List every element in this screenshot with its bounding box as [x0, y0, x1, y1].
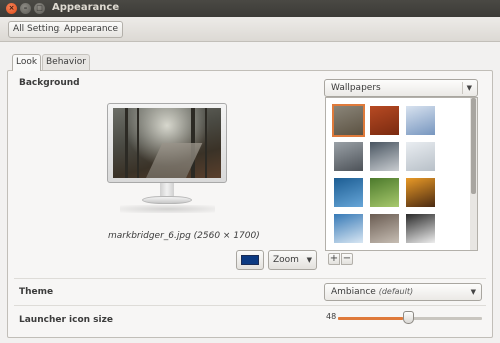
- breadcrumb-appearance[interactable]: Appearance: [60, 21, 124, 38]
- wallpaper-thumb[interactable]: [334, 214, 363, 243]
- toolbar: All Settings Appearance: [0, 17, 500, 42]
- dropdown-divider: [462, 82, 463, 94]
- wallpaper-preview: [107, 103, 227, 183]
- background-color-button[interactable]: [236, 250, 264, 270]
- slider-knob[interactable]: [403, 311, 414, 324]
- divider: [14, 305, 486, 306]
- zoom-dropdown[interactable]: Zoom ▼: [268, 250, 317, 270]
- theme-default-note: (default): [378, 287, 414, 296]
- wallpaper-thumb[interactable]: [406, 142, 435, 171]
- wallpaper-thumb[interactable]: [370, 178, 399, 207]
- chevron-down-icon: ▼: [470, 288, 476, 296]
- wallpaper-thumb[interactable]: [406, 178, 435, 207]
- zoom-label: Zoom: [273, 255, 299, 265]
- color-swatch: [241, 255, 259, 265]
- close-icon[interactable]: ×: [6, 3, 17, 14]
- minimize-icon[interactable]: –: [20, 3, 31, 14]
- theme-dropdown[interactable]: Ambiance (default) ▼: [324, 283, 482, 301]
- divider: [14, 278, 486, 279]
- wallpaper-scrollbar[interactable]: [470, 98, 477, 250]
- monitor-shadow: [120, 205, 215, 213]
- add-wallpaper-button[interactable]: +: [328, 253, 340, 265]
- scrollbar-thumb[interactable]: [471, 98, 476, 194]
- launcher-size-value: 48: [326, 312, 337, 321]
- remove-wallpaper-button[interactable]: −: [341, 253, 353, 265]
- wallpaper-thumb[interactable]: [370, 214, 399, 243]
- theme-label: Theme: [19, 287, 54, 297]
- wallpaper-thumb[interactable]: [370, 106, 399, 135]
- tab-look[interactable]: Look: [12, 54, 42, 71]
- wallpaper-grid: [325, 97, 478, 251]
- wallpaper-caption: markbridger_6.jpg (2560 × 1700): [108, 231, 260, 241]
- monitor-base: [142, 196, 192, 204]
- wallpaper-source-label: Wallpapers: [331, 83, 381, 93]
- window-title: Appearance: [52, 2, 120, 13]
- chevron-down-icon: ▼: [466, 84, 472, 92]
- wallpaper-thumb[interactable]: [406, 106, 435, 135]
- wallpaper-thumb[interactable]: [334, 142, 363, 171]
- tab-behavior[interactable]: Behavior: [42, 54, 90, 70]
- theme-value: Ambiance: [331, 287, 376, 297]
- slider-fill: [338, 317, 403, 320]
- wallpaper-thumb[interactable]: [370, 142, 399, 171]
- chevron-down-icon: ▼: [306, 256, 312, 264]
- title-bar: × – □ Appearance: [0, 0, 500, 17]
- wallpaper-thumb[interactable]: [406, 214, 435, 243]
- monitor-stand: [160, 183, 174, 197]
- launcher-size-label: Launcher icon size: [19, 315, 113, 325]
- wallpaper-thumb[interactable]: [332, 104, 365, 137]
- background-label: Background: [19, 78, 80, 88]
- wallpaper-preview-image: [113, 108, 221, 178]
- wallpaper-source-dropdown[interactable]: Wallpapers ▼: [324, 79, 478, 97]
- maximize-icon[interactable]: □: [34, 3, 45, 14]
- wallpaper-thumb[interactable]: [334, 178, 363, 207]
